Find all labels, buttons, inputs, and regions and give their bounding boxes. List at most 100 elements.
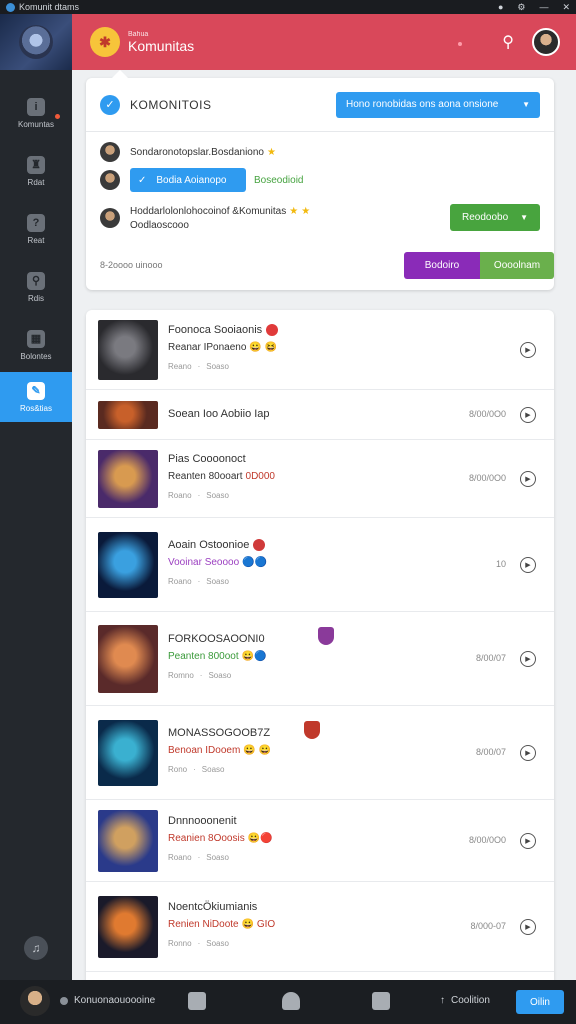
music-icon[interactable]: ♫ — [24, 936, 48, 960]
sidebar-item-rostias[interactable]: ✎ Ros&tias — [0, 372, 72, 422]
window-settings-icon[interactable]: ⚙ — [517, 2, 525, 13]
user-avatar[interactable] — [20, 986, 50, 1016]
card-header: ✓ KOMONITOIS Hono ronobidas ons aona ons… — [86, 78, 554, 132]
list-item-title: Dnnnooonenit — [168, 815, 237, 827]
community-card: ✓ KOMONITOIS Hono ronobidas ons aona ons… — [86, 70, 554, 290]
check-icon: ✓ — [100, 94, 120, 115]
list-item[interactable]: Aoain Ostoonioe Vooinar Seoooo 🔵🔵 Roano · Soa… — [86, 518, 554, 612]
chevron-right-icon[interactable]: ▶ — [520, 407, 536, 423]
list-item[interactable]: Pias Coooonoct Reanten 80ooart 0D000 Roano ·… — [86, 440, 554, 518]
list-item-meta: Roano · Soaso — [168, 577, 229, 586]
subtitle-text: Vooinar Seoooo — [168, 557, 240, 568]
chevron-right-icon[interactable]: ▶ — [520, 745, 536, 761]
title-text: Pias Coooonoct — [168, 453, 246, 465]
member-row[interactable]: Sondaronotopslar.Bosdaniono ★ — [100, 142, 276, 162]
avatar[interactable] — [532, 28, 560, 56]
community-list: Foonoca Sooiaonis Reanar IPonaeno 😀 😆 Reano… — [86, 310, 554, 980]
list-item[interactable]: Foonoca Sooiaonis Reanar IPonaeno 😀 😆 Reano… — [86, 310, 554, 390]
meta-left: Rono — [168, 765, 188, 774]
app-logo[interactable] — [0, 14, 72, 70]
window-minimize-button[interactable]: — — [539, 2, 548, 13]
chevron-right-icon[interactable]: ▶ — [520, 833, 536, 849]
list-item-date: 8/00/0O0 — [468, 835, 506, 845]
meta-right: Soaso — [206, 939, 229, 948]
sidebar-item-reat[interactable]: ? Reat — [0, 204, 72, 254]
sidebar-item-rdat[interactable]: ♜ Rdat — [0, 146, 72, 196]
list-item[interactable]: Dnnnooonenit Reanien 8Ooosis 😀🔴 Roano · Soaso… — [86, 800, 554, 882]
member-row: ✓ Bodia Aoianopo Boseodioid — [100, 168, 303, 192]
list-item-date: 8/00/0O0 — [468, 473, 506, 483]
game-thumbnail — [98, 450, 158, 508]
select-chip[interactable]: ✓ Bodia Aoianopo — [130, 168, 246, 192]
list-item-subtitle: Renien NiDoote 😀 GIO — [168, 919, 275, 930]
chip-link[interactable]: Boseodioid — [254, 175, 303, 186]
question-icon: ? — [27, 213, 45, 232]
list-item-title: NoentcÖkiumianis — [168, 901, 257, 913]
window-menu-icon[interactable]: ● — [498, 2, 503, 13]
list-item-subtitle: Reanten 80ooart 0D000 — [168, 471, 275, 482]
search-user-icon[interactable] — [188, 992, 206, 1010]
sidebar-item-rdis[interactable]: ⚲ Rdis — [0, 262, 72, 312]
emoji-icon: 😀🔵 — [241, 651, 267, 662]
check-icon: ✓ — [138, 174, 147, 186]
star-icon: ★ — [301, 206, 311, 217]
purple-button[interactable]: Bodoiro — [404, 252, 480, 279]
sidebar-item-label: Bolontes — [20, 351, 52, 361]
meta-right: Soaso — [206, 577, 229, 586]
member-avatar — [100, 208, 120, 228]
collection-label: Coolition — [451, 995, 490, 1006]
subtitle-text: Benoan IDooem — [168, 745, 241, 756]
community-dropdown[interactable]: Hono ronobidas ons aona onsione ▼ — [336, 91, 540, 118]
chevron-right-icon[interactable]: ▶ — [520, 651, 536, 667]
key-icon: ⚲ — [27, 271, 45, 290]
list-item[interactable]: NoentcÖkiumianis Renien NiDoote 😀 GIO Ronno… — [86, 882, 554, 972]
game-thumbnail — [98, 625, 158, 693]
primary-button[interactable]: Oilin — [516, 990, 564, 1014]
sidebar-item-komuntas[interactable]: i Komuntas — [0, 88, 72, 138]
list-item-subtitle: Reanar IPonaeno 😀 😆 — [168, 342, 277, 353]
chevron-right-icon[interactable]: ▶ — [520, 342, 536, 358]
member-name: Sondaronotopslar.Bosdaniono — [130, 146, 264, 158]
search-icon[interactable]: ⚲ — [502, 32, 514, 52]
list-item[interactable]: FORKOOSAOONI0 Peanten 800oot 😀🔵 Romno · Soaso… — [86, 612, 554, 706]
title-text: Aoain Ostoonioe — [168, 539, 250, 551]
emoji-icon: 😀🔴 — [247, 833, 273, 844]
member-avatar — [100, 142, 120, 162]
window-close-button[interactable]: ✕ — [562, 2, 570, 13]
library-icon[interactable] — [372, 992, 390, 1010]
list-item-date: 8/00/07 — [475, 653, 506, 663]
list-item-title: Pias Coooonoct — [168, 453, 246, 465]
meta-right: Soaso — [206, 491, 229, 500]
card-title: KOMONITOIS — [130, 97, 212, 112]
emoji-icon: 0D000 — [245, 471, 275, 482]
green-action-button[interactable]: Reodoobo ▼ — [450, 204, 540, 231]
list-item-meta: Ronno · Soaso — [168, 939, 229, 948]
list-item-date: 8/00/0O0 — [468, 409, 506, 419]
subtitle-text: Reanten 80ooart — [168, 471, 243, 482]
list-item[interactable]: MONASSOGOOB7Z Benoan IDooem 😀 😀 Rono · Soaso 8… — [86, 706, 554, 800]
card-footer-text: 8-2oooo uinooo — [100, 260, 163, 270]
community-icon: ✎ — [27, 381, 45, 400]
member-name: Hoddarlolonlohocoinof &Komunitas — [130, 206, 287, 217]
list-item-meta: Romno · Soaso — [168, 671, 231, 680]
member-row[interactable]: Hoddarlolonlohocoinof &Komunitas ★ ★ Ood… — [100, 206, 310, 231]
user-status[interactable]: Konuonaouoooine — [60, 995, 155, 1006]
collection-link[interactable]: ↑ Coolition — [440, 995, 490, 1006]
profile-icon[interactable] — [282, 992, 300, 1010]
list-item[interactable]: Soean Ioo Aobiio Iap 8/00/0O0 ▶ — [86, 390, 554, 440]
light-green-button[interactable]: Oooolnam — [480, 252, 554, 279]
title-text: NoentcÖkiumianis — [168, 901, 258, 913]
chevron-right-icon[interactable]: ▶ — [520, 471, 536, 487]
komunitas-logo-icon: ✱ — [90, 27, 120, 57]
game-thumbnail — [98, 810, 158, 872]
sidebar-item-label: Reat — [27, 235, 45, 245]
header: ✱ Bahua Komunitas ⚲ — [72, 14, 576, 70]
sidebar-item-bolontes[interactable]: ▦ Bolontes — [0, 320, 72, 370]
title-text: Foonoca Sooiaonis — [168, 324, 263, 336]
chevron-right-icon[interactable]: ▶ — [520, 557, 536, 573]
status-badge-icon — [266, 324, 279, 336]
shield-icon — [304, 721, 320, 739]
subtitle-text: Peanten 800oot — [168, 651, 239, 662]
chevron-right-icon[interactable]: ▶ — [520, 919, 536, 935]
app-icon — [6, 2, 15, 12]
